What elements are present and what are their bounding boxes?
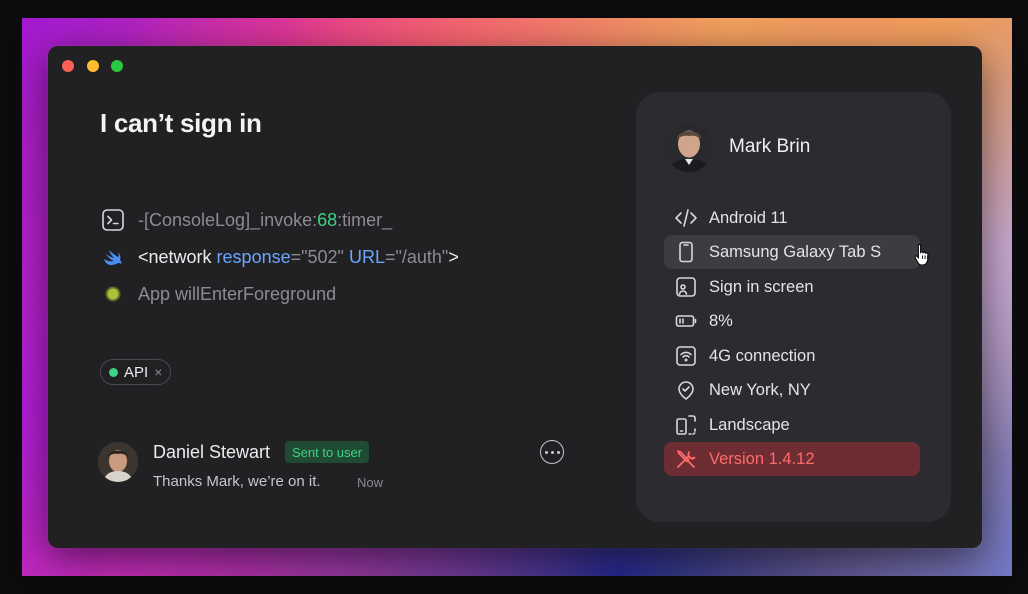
log-entry-network[interactable]: <network response = "502" URL = "/auth" > [100, 245, 459, 269]
lifecycle-text: App willEnterForeground [138, 283, 337, 304]
detail-screen[interactable]: Sign in screen [664, 270, 920, 304]
close-window-button[interactable] [62, 60, 74, 72]
tag-status-dot [109, 367, 118, 377]
api-tag-chip[interactable]: API × [100, 359, 172, 385]
location-icon [674, 378, 698, 402]
code-icon [674, 206, 698, 230]
network-val-response: "502" [301, 246, 344, 267]
more-options-button[interactable] [540, 440, 564, 464]
detail-os[interactable]: Android 11 [664, 201, 920, 235]
detail-connection-label: 4G connection [709, 346, 816, 365]
detail-os-label: Android 11 [709, 208, 788, 227]
detail-location-label: New York, NY [709, 380, 811, 399]
network-val-url: "/auth" [395, 246, 449, 267]
sent-to-user-badge: Sent to user [285, 441, 370, 463]
more-dots-icon [544, 450, 548, 454]
network-attr-response: response [216, 246, 291, 267]
console-log-suffix: :timer_ [337, 209, 393, 230]
detail-screen-label: Sign in screen [709, 277, 814, 296]
rotate-icon [674, 413, 698, 437]
zoom-window-button[interactable] [111, 60, 123, 72]
network-tag-open: <network [138, 246, 217, 267]
log-entry-lifecycle[interactable]: App willEnterForeground [100, 282, 336, 306]
user-name: Mark Brin [729, 136, 811, 157]
pointer-cursor-icon [914, 243, 932, 270]
screen-user-icon [674, 275, 698, 299]
swift-bird-icon [100, 245, 126, 269]
network-eq-1: = [290, 246, 302, 267]
network-tag-close: > [448, 246, 459, 267]
detail-orientation[interactable]: Landscape [664, 408, 920, 442]
minimize-window-button[interactable] [87, 60, 99, 72]
device-icon [674, 240, 698, 264]
message-timestamp: Now [357, 475, 384, 490]
detail-location[interactable]: New York, NY [664, 373, 920, 407]
wifi-icon [674, 344, 698, 368]
tools-icon [674, 447, 698, 471]
message-text: Thanks Mark, we’re on it. [153, 473, 321, 490]
detail-battery[interactable]: 8% [664, 304, 920, 338]
detail-version[interactable]: Version 1.4.12 [664, 442, 920, 476]
status-dot-icon [100, 282, 126, 306]
network-attr-url: URL [348, 246, 385, 267]
detail-battery-label: 8% [709, 311, 733, 330]
detail-version-label: Version 1.4.12 [709, 449, 815, 468]
remove-tag-button[interactable]: × [154, 364, 162, 380]
network-eq-2: = [384, 246, 396, 267]
detail-device[interactable]: Samsung Galaxy Tab S [664, 235, 929, 269]
terminal-icon [100, 208, 126, 232]
console-log-number: 68 [317, 209, 338, 230]
app-window: I can’t sign in -[ConsoleLog]_invoke: 68:… [48, 46, 982, 548]
message-author: Daniel Stewart [153, 442, 271, 462]
detail-connection[interactable]: 4G connection [664, 339, 920, 373]
author-avatar [98, 442, 138, 482]
console-log-prefix: -[ConsoleLog]_invoke: [138, 209, 318, 230]
issue-title: I can’t sign in [100, 108, 262, 138]
tag-label: API [124, 363, 149, 381]
battery-icon [674, 309, 698, 333]
detail-device-label: Samsung Galaxy Tab S [709, 242, 882, 261]
user-avatar [664, 122, 714, 172]
detail-orientation-label: Landscape [709, 415, 790, 434]
log-entry-console[interactable]: -[ConsoleLog]_invoke: 68:timer_ [100, 208, 392, 232]
user-info-panel: Mark Brin Android 11 Samsung Galaxy Tab … [636, 92, 951, 522]
